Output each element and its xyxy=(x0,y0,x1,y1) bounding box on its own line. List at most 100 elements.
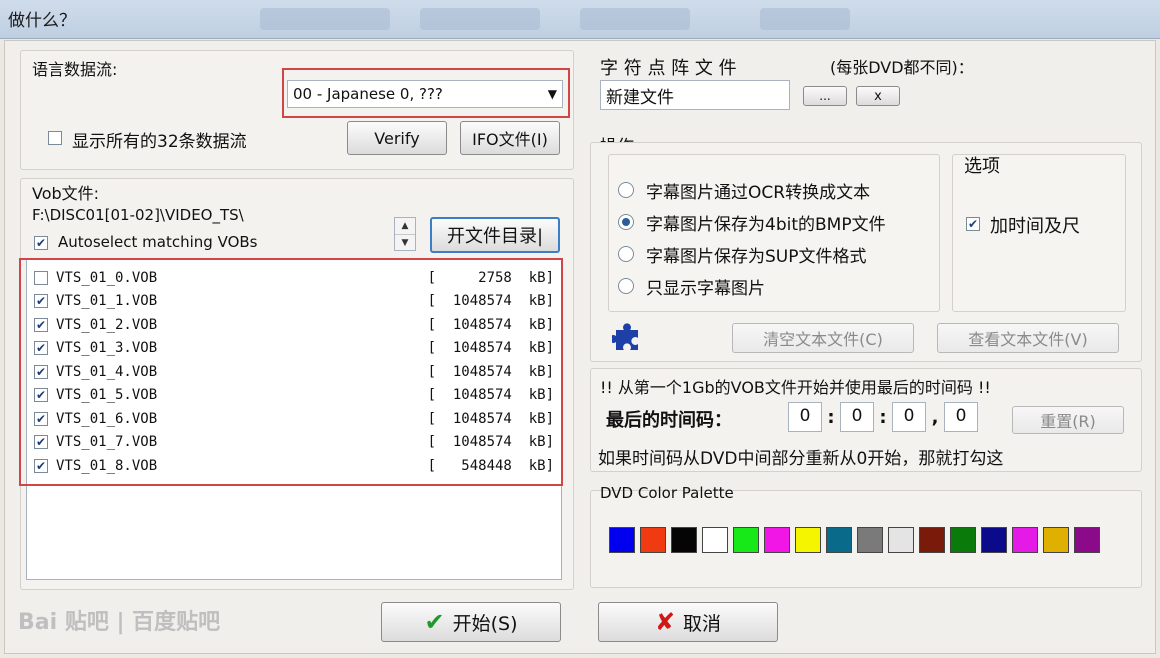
palette-swatch[interactable] xyxy=(981,527,1007,553)
operation-option-label: 字幕图片通过OCR转换成文本 xyxy=(646,182,871,203)
stream-select[interactable]: 00 - Japanese 0, ??? ▼ xyxy=(287,80,563,108)
operation-option[interactable]: 字幕图片保存为SUP文件格式 xyxy=(618,238,936,270)
palette-swatch[interactable] xyxy=(671,527,697,553)
vob-file-row[interactable]: ✔ VTS_01_8.VOB [ 548448 kB] xyxy=(34,454,554,478)
vob-file-row[interactable]: ✔ VTS_01_6.VOB [ 1048574 kB] xyxy=(34,407,554,431)
vob-file-checkbox[interactable]: ✔ xyxy=(34,411,48,426)
vob-file-checkbox[interactable]: ✔ xyxy=(34,364,48,379)
vob-file-row[interactable]: ✔ VTS_01_1.VOB [ 1048574 kB] xyxy=(34,290,554,314)
palette-swatch[interactable] xyxy=(1012,527,1038,553)
verify-button[interactable]: Verify xyxy=(347,121,447,155)
operation-radio[interactable] xyxy=(618,214,634,230)
vob-label: Vob文件: xyxy=(32,184,100,203)
vob-file-checkbox[interactable]: ✔ xyxy=(34,317,48,332)
timecode-field[interactable]: 0 xyxy=(840,402,874,432)
charmap-clear-button[interactable]: x xyxy=(856,86,900,106)
vob-file-size: [ 1048574 kB] xyxy=(427,363,554,380)
vob-file-size: [ 1048574 kB] xyxy=(427,293,554,310)
palette-swatch[interactable] xyxy=(795,527,821,553)
vob-file-row[interactable]: ✔ VTS_01_4.VOB [ 1048574 kB] xyxy=(34,360,554,384)
spin-down-icon[interactable]: ▼ xyxy=(395,235,415,251)
palette-swatch[interactable] xyxy=(857,527,883,553)
timecode-field[interactable]: 0 xyxy=(944,402,978,432)
vob-file-row[interactable]: ✔ VTS_01_2.VOB [ 1048574 kB] xyxy=(34,313,554,337)
timecode-separator: , xyxy=(931,406,939,428)
autoselect-checkbox[interactable]: ✔ xyxy=(34,236,48,250)
vob-file-name: VTS_01_3.VOB xyxy=(56,340,158,357)
vob-file-checkbox[interactable]: ✔ xyxy=(34,435,48,450)
palette-swatch[interactable] xyxy=(609,527,635,553)
timecode-field[interactable]: 0 xyxy=(788,402,822,432)
palette-label: DVD Color Palette xyxy=(600,484,734,502)
options-group-label: 选项 xyxy=(964,156,1000,177)
palette-swatch[interactable] xyxy=(950,527,976,553)
vob-file-name: VTS_01_8.VOB xyxy=(56,457,158,474)
blurred-tab xyxy=(760,8,850,30)
stream-select-value: 00 - Japanese 0, ??? xyxy=(293,85,443,103)
palette-swatches xyxy=(609,527,1100,553)
vob-file-checkbox[interactable]: ✔ xyxy=(34,341,48,356)
operation-radio[interactable] xyxy=(618,182,634,198)
timecode-hint: 如果时间码从DVD中间部分重新从0开始，那就打勾这 xyxy=(598,449,1004,469)
palette-swatch[interactable] xyxy=(919,527,945,553)
palette-swatch[interactable] xyxy=(1074,527,1100,553)
vob-file-checkbox[interactable]: ✔ xyxy=(34,458,48,473)
cancel-button[interactable]: ✘ 取消 xyxy=(598,602,778,642)
watermark: Bai 贴吧 | 百度贴吧 xyxy=(18,610,221,635)
blurred-tab xyxy=(580,8,690,30)
show-all-checkbox[interactable] xyxy=(48,131,62,145)
operation-radio[interactable] xyxy=(618,278,634,294)
vob-file-row[interactable]: VTS_01_0.VOB [ 2758 kB] xyxy=(34,266,554,290)
open-dir-button[interactable]: 开文件目录| xyxy=(430,217,560,253)
vob-file-size: [ 1048574 kB] xyxy=(427,434,554,451)
operation-option-label: 只显示字幕图片 xyxy=(646,278,765,299)
vob-file-name: VTS_01_6.VOB xyxy=(56,410,158,427)
vob-file-checkbox[interactable]: ✔ xyxy=(34,388,48,403)
palette-swatch[interactable] xyxy=(888,527,914,553)
operation-option[interactable]: 只显示字幕图片 xyxy=(618,270,936,302)
charmap-browse-button[interactable]: ... xyxy=(803,86,847,106)
vob-file-row[interactable]: ✔ VTS_01_7.VOB [ 1048574 kB] xyxy=(34,431,554,455)
timecode-field[interactable]: 0 xyxy=(892,402,926,432)
timecode-separator: : xyxy=(879,406,887,428)
vob-file-name: VTS_01_1.VOB xyxy=(56,293,158,310)
vob-file-row[interactable]: ✔ VTS_01_5.VOB [ 1048574 kB] xyxy=(34,384,554,408)
start-label: 开始(S) xyxy=(452,612,518,635)
vob-file-size: [ 1048574 kB] xyxy=(427,316,554,333)
palette-swatch[interactable] xyxy=(640,527,666,553)
vob-file-name: VTS_01_2.VOB xyxy=(56,316,158,333)
vob-file-rows: VTS_01_0.VOB [ 2758 kB] ✔ VTS_01_1.VOB [ 104… xyxy=(34,266,554,478)
vob-file-size: [ 1048574 kB] xyxy=(427,410,554,427)
start-button[interactable]: ✔ 开始(S) xyxy=(381,602,561,642)
palette-swatch[interactable] xyxy=(702,527,728,553)
puzzle-icon xyxy=(612,323,638,350)
palette-swatch[interactable] xyxy=(764,527,790,553)
check-icon: ✔ xyxy=(424,608,445,636)
operation-option[interactable]: 字幕图片保存为4bit的BMP文件 xyxy=(618,206,936,238)
clear-text-file-button[interactable]: 清空文本文件(C) xyxy=(732,323,914,353)
vob-spinner[interactable]: ▲ ▼ xyxy=(394,217,416,251)
vob-file-row[interactable]: ✔ VTS_01_3.VOB [ 1048574 kB] xyxy=(34,337,554,361)
charmap-label: 字 符 点 阵 文 件 xyxy=(600,58,737,79)
vob-file-checkbox[interactable] xyxy=(34,270,48,285)
charmap-file-input[interactable]: 新建文件 xyxy=(600,80,790,110)
spin-up-icon[interactable]: ▲ xyxy=(395,218,415,235)
add-time-checkbox[interactable]: ✔ xyxy=(966,217,980,231)
window-title: 做什么？ xyxy=(8,11,76,31)
view-text-file-button[interactable]: 查看文本文件(V) xyxy=(937,323,1119,353)
vob-file-name: VTS_01_0.VOB xyxy=(56,269,158,286)
operation-option-label: 字幕图片保存为SUP文件格式 xyxy=(646,246,867,267)
autoselect-label: Autoselect matching VOBs xyxy=(58,233,258,251)
ifo-file-button[interactable]: IFO文件(I) xyxy=(460,121,560,155)
cancel-label: 取消 xyxy=(683,612,722,635)
palette-swatch[interactable] xyxy=(733,527,759,553)
palette-swatch[interactable] xyxy=(826,527,852,553)
reset-timecode-button[interactable]: 重置(R) xyxy=(1012,406,1124,434)
operation-option[interactable]: 字幕图片通过OCR转换成文本 xyxy=(618,174,936,206)
operation-radio-list: 字幕图片通过OCR转换成文本字幕图片保存为4bit的BMP文件字幕图片保存为SU… xyxy=(618,174,936,302)
vob-file-checkbox[interactable]: ✔ xyxy=(34,294,48,309)
show-all-label: 显示所有的32条数据流 xyxy=(72,132,247,152)
palette-swatch[interactable] xyxy=(1043,527,1069,553)
timecode-info: !! 从第一个1Gb的VOB文件开始并使用最后的时间码 !! xyxy=(600,378,991,397)
operation-radio[interactable] xyxy=(618,246,634,262)
